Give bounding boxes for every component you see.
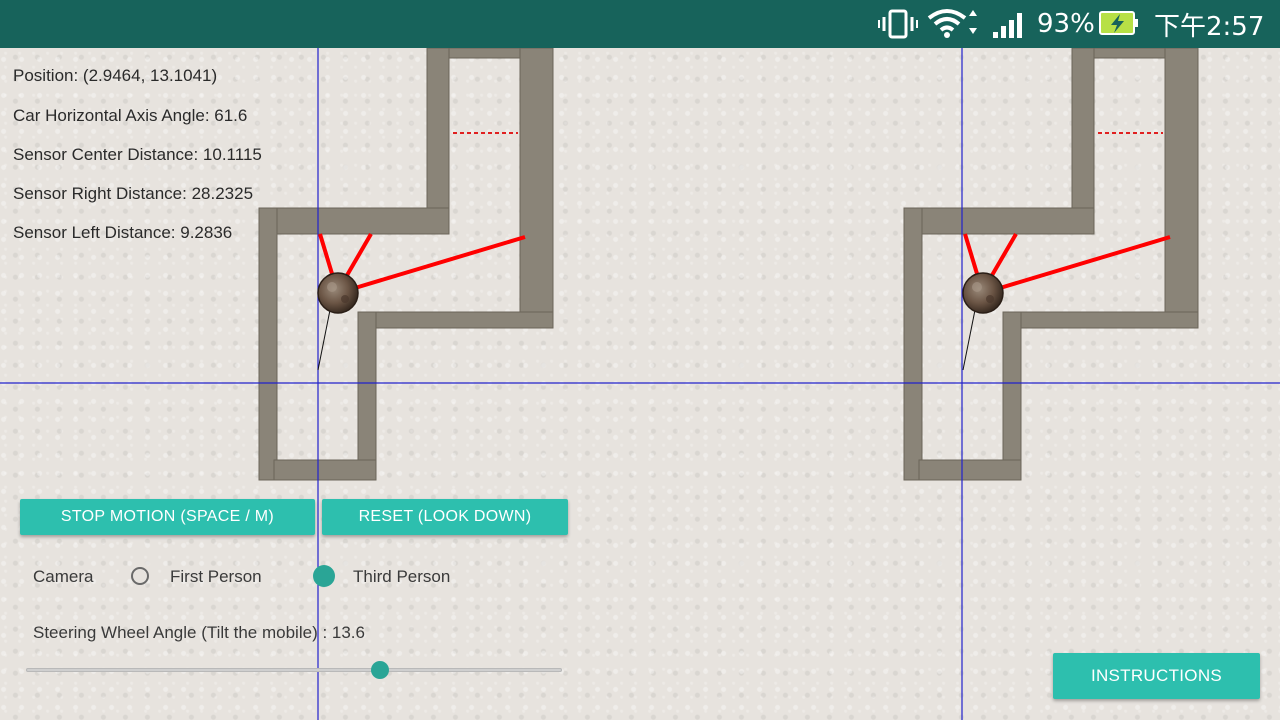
sensor-right-ray [999, 235, 1171, 290]
instructions-button[interactable]: INSTRUCTIONS [1053, 653, 1260, 699]
sensor-left-readout: Sensor Left Distance: 9.2836 [13, 223, 233, 242]
sensor-center-ray [989, 232, 1018, 279]
stop-motion-button[interactable]: STOP MOTION (SPACE / M) [20, 499, 315, 535]
clock: 下午2:57 [1154, 11, 1265, 42]
first-person-radio[interactable] [131, 567, 149, 585]
car-trajectory [317, 309, 331, 371]
wifi-icon [927, 0, 981, 48]
car-trajectory [962, 309, 976, 371]
battery-charging-icon [1098, 0, 1140, 48]
sensor-center-readout: Sensor Center Distance: 10.1115 [13, 145, 262, 164]
reset-button[interactable]: RESET (LOOK DOWN) [322, 499, 568, 535]
third-person-radio[interactable] [313, 565, 335, 587]
sensor-left-ray [963, 233, 980, 278]
sensor-left-ray [318, 233, 335, 278]
steering-slider-track[interactable] [26, 668, 562, 672]
car-icon [962, 272, 1004, 314]
sensor-right-readout: Sensor Right Distance: 28.2325 [13, 184, 254, 203]
third-person-label[interactable]: Third Person [353, 567, 450, 587]
status-bar: 93% 下午2:57 [0, 0, 1280, 48]
battery-percent: 93% [1037, 9, 1095, 39]
track-map-right [903, 48, 1199, 720]
steering-angle-label: Steering Wheel Angle (Tilt the mobile) :… [33, 623, 365, 642]
position-readout: Position: (2.9464, 13.1041) [13, 66, 218, 85]
signal-icon [992, 0, 1028, 48]
steering-slider-thumb[interactable] [370, 661, 389, 679]
track-walls [258, 48, 554, 481]
vibrate-icon [878, 0, 918, 48]
sensor-right-ray [354, 235, 526, 290]
first-person-label[interactable]: First Person [170, 567, 262, 587]
camera-label: Camera [33, 567, 94, 586]
track-walls [903, 48, 1199, 481]
sensor-center-ray [344, 232, 373, 279]
car-icon [317, 272, 359, 314]
car-angle-readout: Car Horizontal Axis Angle: 61.6 [13, 106, 248, 125]
